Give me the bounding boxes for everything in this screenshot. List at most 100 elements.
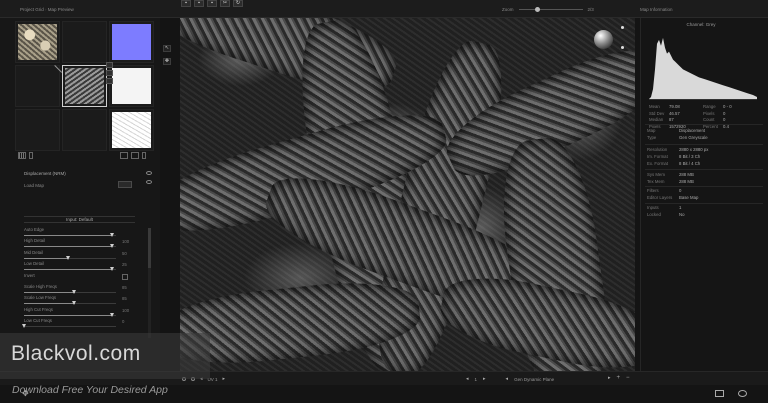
window-icon[interactable] (715, 390, 724, 397)
slider-thumb[interactable] (109, 244, 114, 249)
slider-thumb[interactable] (21, 324, 26, 329)
info-row: Sys Mem 288 MB (647, 172, 763, 179)
parameter-value[interactable]: 0 (122, 319, 124, 324)
invert-checkbox[interactable] (122, 273, 128, 280)
save-as-icon[interactable]: ▪ (194, 0, 204, 7)
parameter-value[interactable]: 25 (122, 262, 127, 267)
slider-thumb[interactable] (72, 289, 77, 294)
map-thumbnail (112, 112, 151, 148)
slider-thumb[interactable] (65, 255, 70, 260)
indicator-dot (621, 26, 624, 29)
divider (645, 124, 763, 125)
pointer-tool-icon[interactable]: ↖ (163, 45, 171, 52)
map-thumbnail (112, 68, 151, 104)
parameter-value[interactable]: 85 (122, 296, 127, 301)
parameter-label: High Detail (24, 238, 46, 244)
parameter-slider[interactable] (24, 255, 116, 260)
info-label: Ex. Format (647, 161, 669, 166)
parameter-slider[interactable] (24, 312, 116, 317)
pan-tool-icon[interactable]: ✥ (163, 58, 171, 65)
parameter-label: Auto Edge (24, 227, 45, 232)
preview-eye-icon[interactable] (738, 390, 747, 397)
slider-fill (24, 291, 75, 293)
map-tile-specular[interactable] (109, 65, 154, 107)
info-row: Type Gen Greyscale (647, 135, 763, 142)
load-map-label[interactable]: Load Map (24, 183, 44, 188)
tools-icon[interactable]: ✂ (220, 0, 230, 7)
divider (645, 186, 763, 187)
info-label: Editor Layers (647, 195, 673, 200)
page-prev-icon[interactable]: ◂ (466, 376, 469, 382)
map-tile-empty-1[interactable] (62, 21, 107, 63)
map-tile-normal[interactable] (109, 21, 154, 63)
scrollbar-thumb[interactable] (148, 228, 151, 268)
tile-link-icon[interactable] (106, 70, 113, 76)
parameter-slider[interactable] (21, 324, 116, 329)
preview-mesh-controls: ◂ 1 ▸ ◂ Gen Dynamic Plane (466, 376, 554, 382)
add-icon[interactable]: + (617, 375, 621, 381)
parameter-row: Auto Edge (24, 227, 136, 238)
parameter-value[interactable]: 100 (122, 308, 129, 313)
parameter-slider[interactable] (24, 289, 116, 294)
preset-selector[interactable]: Input: Default (24, 216, 135, 223)
info-value: 0 (679, 188, 682, 193)
map-thumbnail (65, 68, 104, 104)
preview-actions: ▸ + − (608, 375, 630, 381)
map-tile-occlusion[interactable] (109, 109, 154, 151)
parameter-value[interactable]: 100 (122, 239, 129, 244)
parameter-slider[interactable] (24, 244, 116, 249)
info-row: Filters 0 (647, 188, 763, 195)
breadcrumb-project[interactable]: Project Grid (20, 7, 44, 12)
map-tile-displacement[interactable] (62, 65, 107, 107)
slider-fill (24, 235, 113, 236)
page-next-icon[interactable]: ▸ (483, 376, 486, 382)
info-label: Tex Mem (647, 179, 665, 184)
zoom-slider-thumb[interactable] (534, 7, 540, 12)
slider-thumb[interactable] (109, 233, 114, 237)
map-information-title: Map Information (640, 7, 673, 12)
map-tile-empty-3[interactable] (15, 109, 60, 151)
parameter-value[interactable]: 50 (122, 251, 127, 256)
remove-icon[interactable]: − (626, 375, 630, 381)
histogram-chart (649, 37, 757, 100)
open-map-icon[interactable] (120, 152, 128, 159)
parameter-slider[interactable] (24, 233, 116, 237)
divider (645, 203, 763, 204)
zoom-slider[interactable] (518, 7, 583, 12)
uv-next-icon[interactable]: ▸ (223, 376, 226, 382)
divider (645, 144, 763, 145)
footer-icons (715, 390, 747, 397)
delete-map-icon[interactable] (142, 152, 146, 159)
grid-view-icon[interactable] (18, 152, 26, 159)
breadcrumb: Project Grid Map Preview (20, 7, 74, 12)
tile-edit-icon[interactable] (106, 78, 113, 84)
parameter-slider[interactable] (24, 301, 116, 306)
parameter-value[interactable]: 85 (122, 285, 127, 290)
export-icon[interactable]: ▪ (207, 0, 217, 7)
map-tile-empty-4[interactable] (62, 109, 107, 151)
load-map-dropdown[interactable] (118, 181, 132, 188)
maps-toolbar (18, 152, 146, 159)
info-label: Resolution (647, 147, 668, 152)
refresh-icon[interactable]: ↻ (233, 0, 243, 7)
breadcrumb-map-preview[interactable]: Map Preview (45, 7, 74, 12)
parameter-scrollbar[interactable] (148, 228, 151, 338)
eye-icon[interactable] (146, 171, 152, 175)
tile-view-icon[interactable] (106, 62, 113, 68)
parameter-slider[interactable] (24, 267, 116, 272)
parameter-label: Scale High Freqs (24, 283, 57, 289)
save-icon[interactable]: ▪ (181, 0, 191, 7)
slider-thumb[interactable] (109, 267, 114, 272)
slider-thumb[interactable] (109, 312, 114, 317)
map-tile-diffuse[interactable] (15, 21, 60, 63)
mesh-next-icon[interactable]: ▸ (608, 375, 611, 381)
slider-thumb[interactable] (72, 301, 77, 306)
list-view-icon[interactable] (29, 152, 33, 159)
eye-icon[interactable] (146, 180, 152, 184)
material-preview-sphere[interactable] (594, 30, 613, 49)
map-viewport[interactable] (180, 18, 635, 371)
watermark-title: Blackvol.com (11, 342, 141, 365)
info-label: Filters (647, 188, 659, 193)
save-map-icon[interactable] (131, 152, 139, 159)
mesh-prev-icon[interactable]: ◂ (506, 376, 509, 382)
